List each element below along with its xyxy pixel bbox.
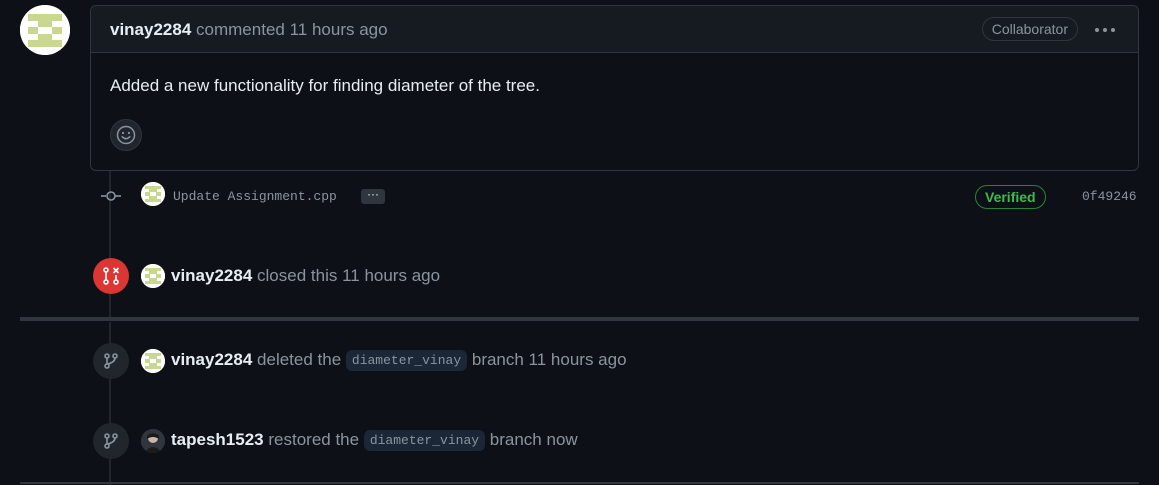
kebab-icon[interactable] <box>1094 16 1116 39</box>
smiley-icon <box>116 125 136 145</box>
event-text: restored the <box>268 430 360 449</box>
restored-branch-event: tapesh1523 restored the diameter_vinay b… <box>171 430 578 451</box>
commit-icon <box>100 189 122 208</box>
comment-meta: vinay2284 commented 11 hours ago <box>110 20 388 40</box>
pr-closed-icon <box>93 258 129 294</box>
git-branch-icon <box>93 343 129 379</box>
event-text: branch now <box>489 430 578 449</box>
comment-header: vinay2284 commented 11 hours ago Collabo… <box>91 6 1138 53</box>
comment-author-link[interactable]: vinay2284 <box>110 20 191 39</box>
event-text: deleted the <box>257 350 342 369</box>
verified-badge[interactable]: Verified <box>975 185 1046 209</box>
event-text: branch 11 hours ago <box>471 350 627 369</box>
closed-event: vinay2284 closed this 11 hours ago <box>171 266 440 286</box>
event-author-link[interactable]: vinay2284 <box>171 350 252 369</box>
commit-message-link[interactable]: Update Assignment.cpp <box>173 189 337 204</box>
comment-body: Added a new functionality for finding di… <box>110 76 540 95</box>
avatar[interactable] <box>141 429 165 453</box>
branch-name[interactable]: diameter_vinay <box>345 350 468 371</box>
avatar[interactable] <box>141 182 165 206</box>
comment-box: vinay2284 commented 11 hours ago Collabo… <box>90 5 1139 171</box>
git-branch-icon <box>93 423 129 459</box>
avatar[interactable] <box>20 5 70 55</box>
avatar[interactable] <box>141 264 165 288</box>
commit-sha-link[interactable]: 0f49246 <box>1082 189 1137 204</box>
comment-action: commented <box>196 20 285 39</box>
timeline-divider <box>20 482 1139 484</box>
add-reaction-button[interactable] <box>110 119 142 151</box>
deleted-branch-event: vinay2284 deleted the diameter_vinay bra… <box>171 350 627 371</box>
timeline-divider <box>20 317 1139 321</box>
collaborator-badge: Collaborator <box>981 17 1078 41</box>
avatar[interactable] <box>141 349 165 373</box>
branch-name[interactable]: diameter_vinay <box>363 430 486 451</box>
comment-time[interactable]: 11 hours ago <box>290 20 388 39</box>
commit-expand-button[interactable]: ··· <box>361 188 385 204</box>
event-text: closed this 11 hours ago <box>257 266 441 285</box>
event-author-link[interactable]: vinay2284 <box>171 266 252 285</box>
event-author-link[interactable]: tapesh1523 <box>171 430 264 449</box>
